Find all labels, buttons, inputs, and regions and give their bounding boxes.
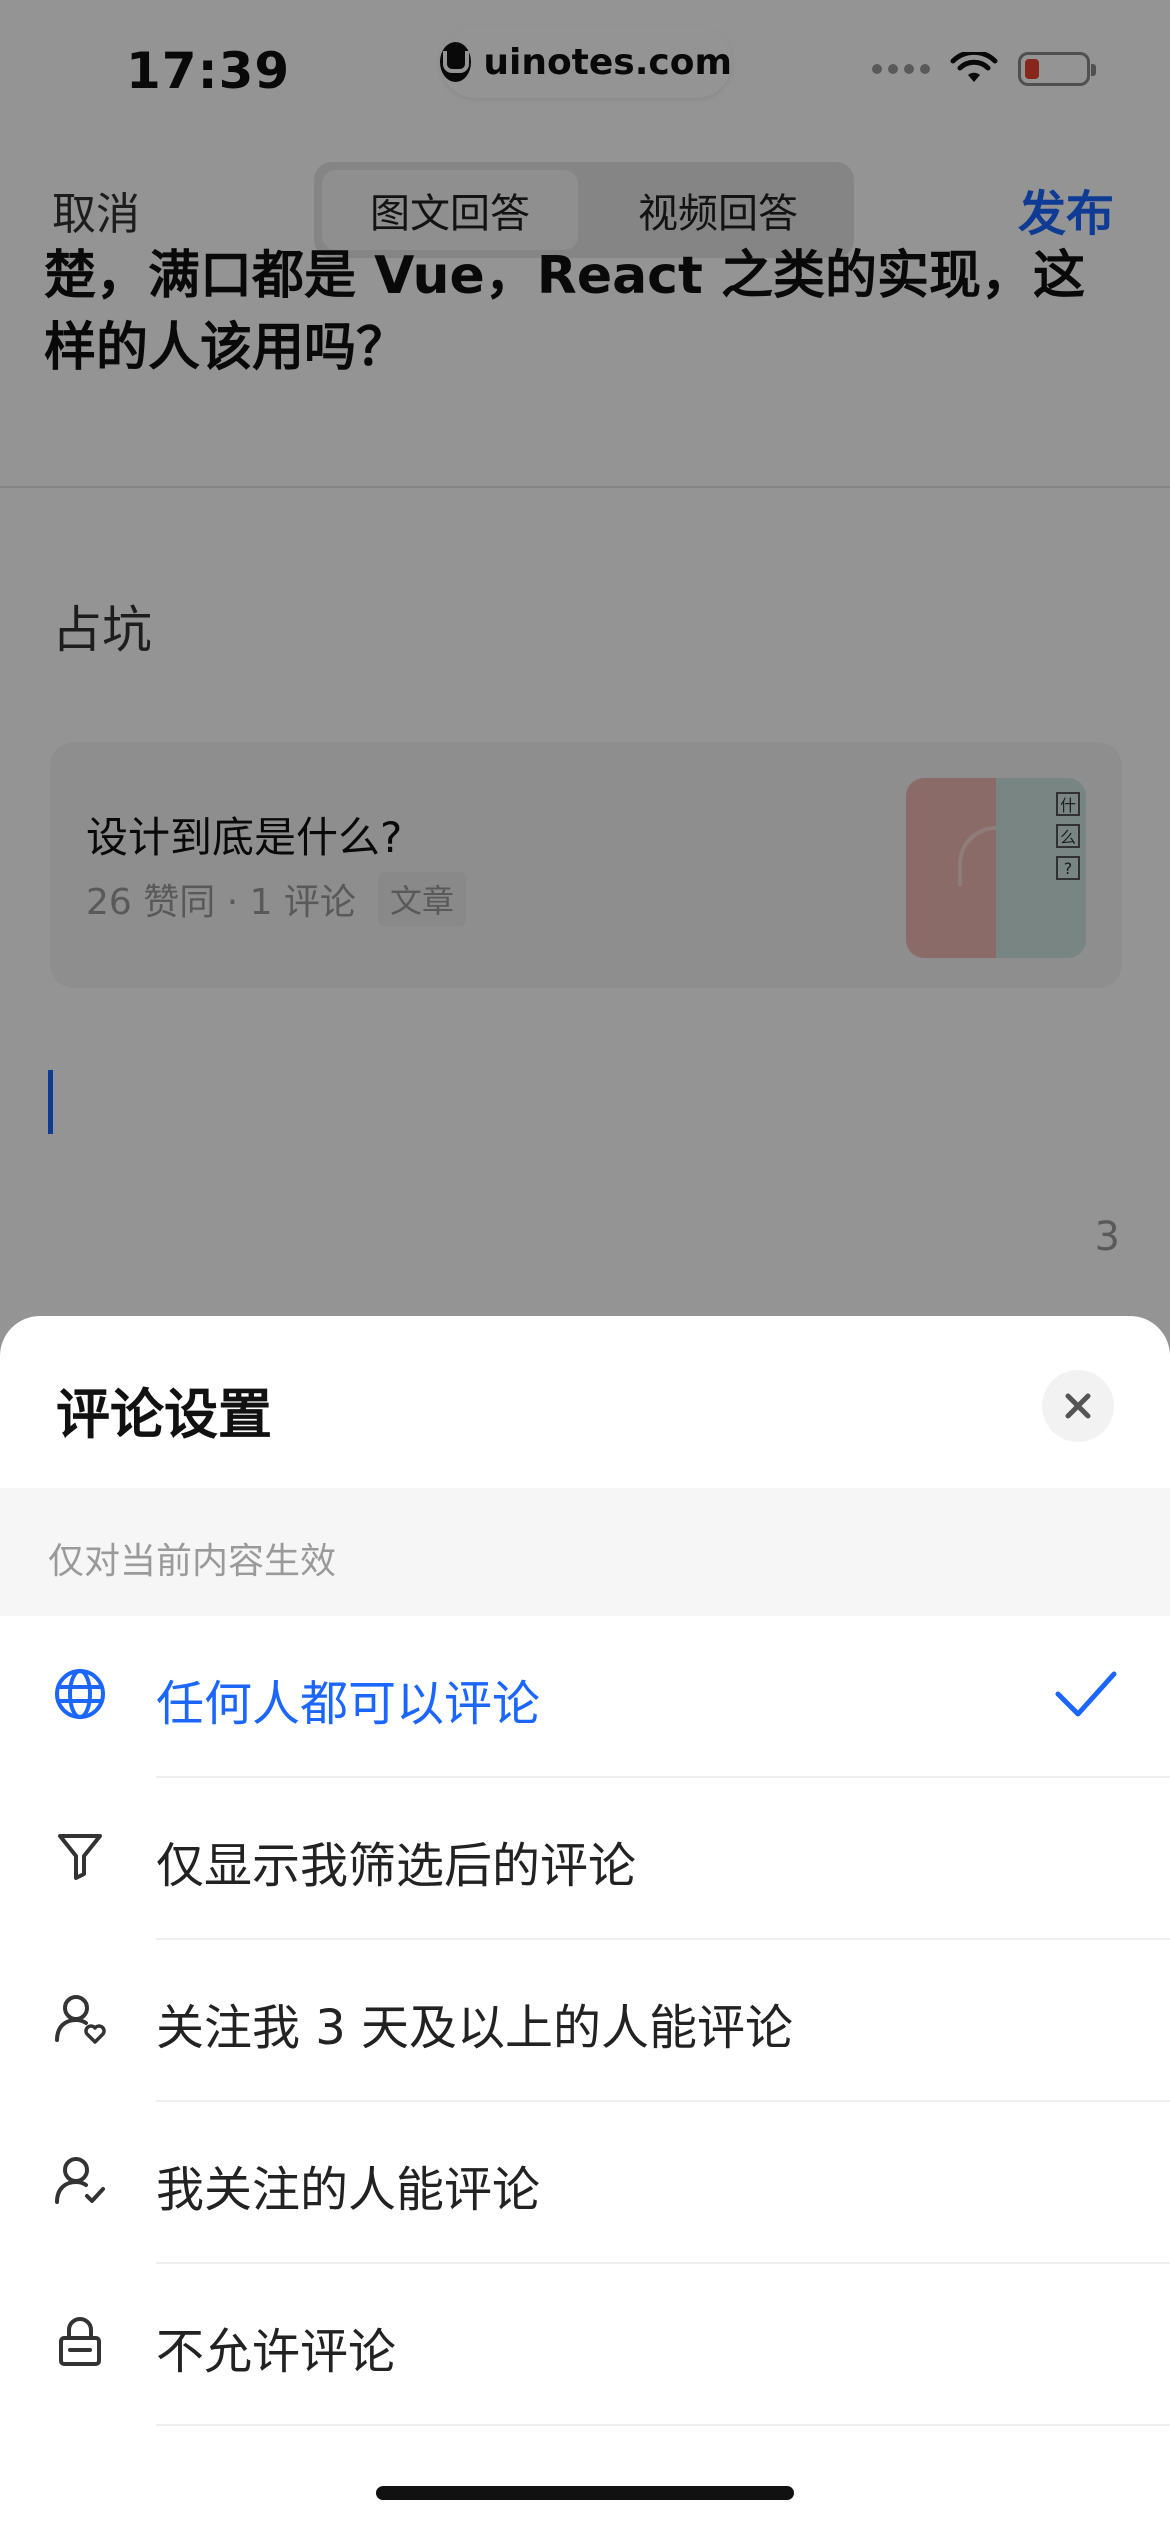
scope-hint-bar: 仅对当前内容生效 (0, 1488, 1170, 1616)
lock-icon (59, 2317, 101, 2366)
comment-permission-options: 任何人都可以评论 仅显示我筛选后的评论 关注我 3 天及以上的人能评论 我关注的… (0, 1616, 1170, 2426)
home-indicator[interactable] (376, 2486, 794, 2500)
option-followers-3-days[interactable]: 关注我 3 天及以上的人能评论 (0, 1940, 1170, 2102)
scope-hint: 仅对当前内容生效 (48, 1541, 337, 1582)
option-divider (156, 2424, 1170, 2426)
close-icon (1065, 1393, 1091, 1419)
sheet-title: 评论设置 (56, 1383, 272, 1446)
globe-icon (55, 1669, 105, 1719)
option-label: 不允许评论 (156, 2324, 397, 2380)
sheet-header: 评论设置 (0, 1316, 1170, 1488)
user-heart-icon (55, 1995, 106, 2044)
filter-icon (58, 1834, 102, 1880)
option-filtered-comments-only[interactable]: 仅显示我筛选后的评论 (0, 1778, 1170, 1940)
comment-settings-sheet: 评论设置 仅对当前内容生效 任何人都可以评论 仅显示我筛选后的评论 关注我 3 … (0, 1316, 1170, 2532)
close-button[interactable] (1042, 1370, 1114, 1442)
option-label: 我关注的人能评论 (156, 2162, 541, 2218)
option-label: 仅显示我筛选后的评论 (156, 1838, 637, 1894)
option-no-comments[interactable]: 不允许评论 (0, 2264, 1170, 2426)
check-icon (1055, 1671, 1117, 1717)
option-label: 关注我 3 天及以上的人能评论 (156, 2000, 794, 2056)
option-people-i-follow[interactable]: 我关注的人能评论 (0, 2102, 1170, 2264)
option-label: 任何人都可以评论 (156, 1676, 541, 1732)
option-anyone-can-comment[interactable]: 任何人都可以评论 (0, 1616, 1170, 1778)
user-check-icon (55, 2157, 105, 2204)
